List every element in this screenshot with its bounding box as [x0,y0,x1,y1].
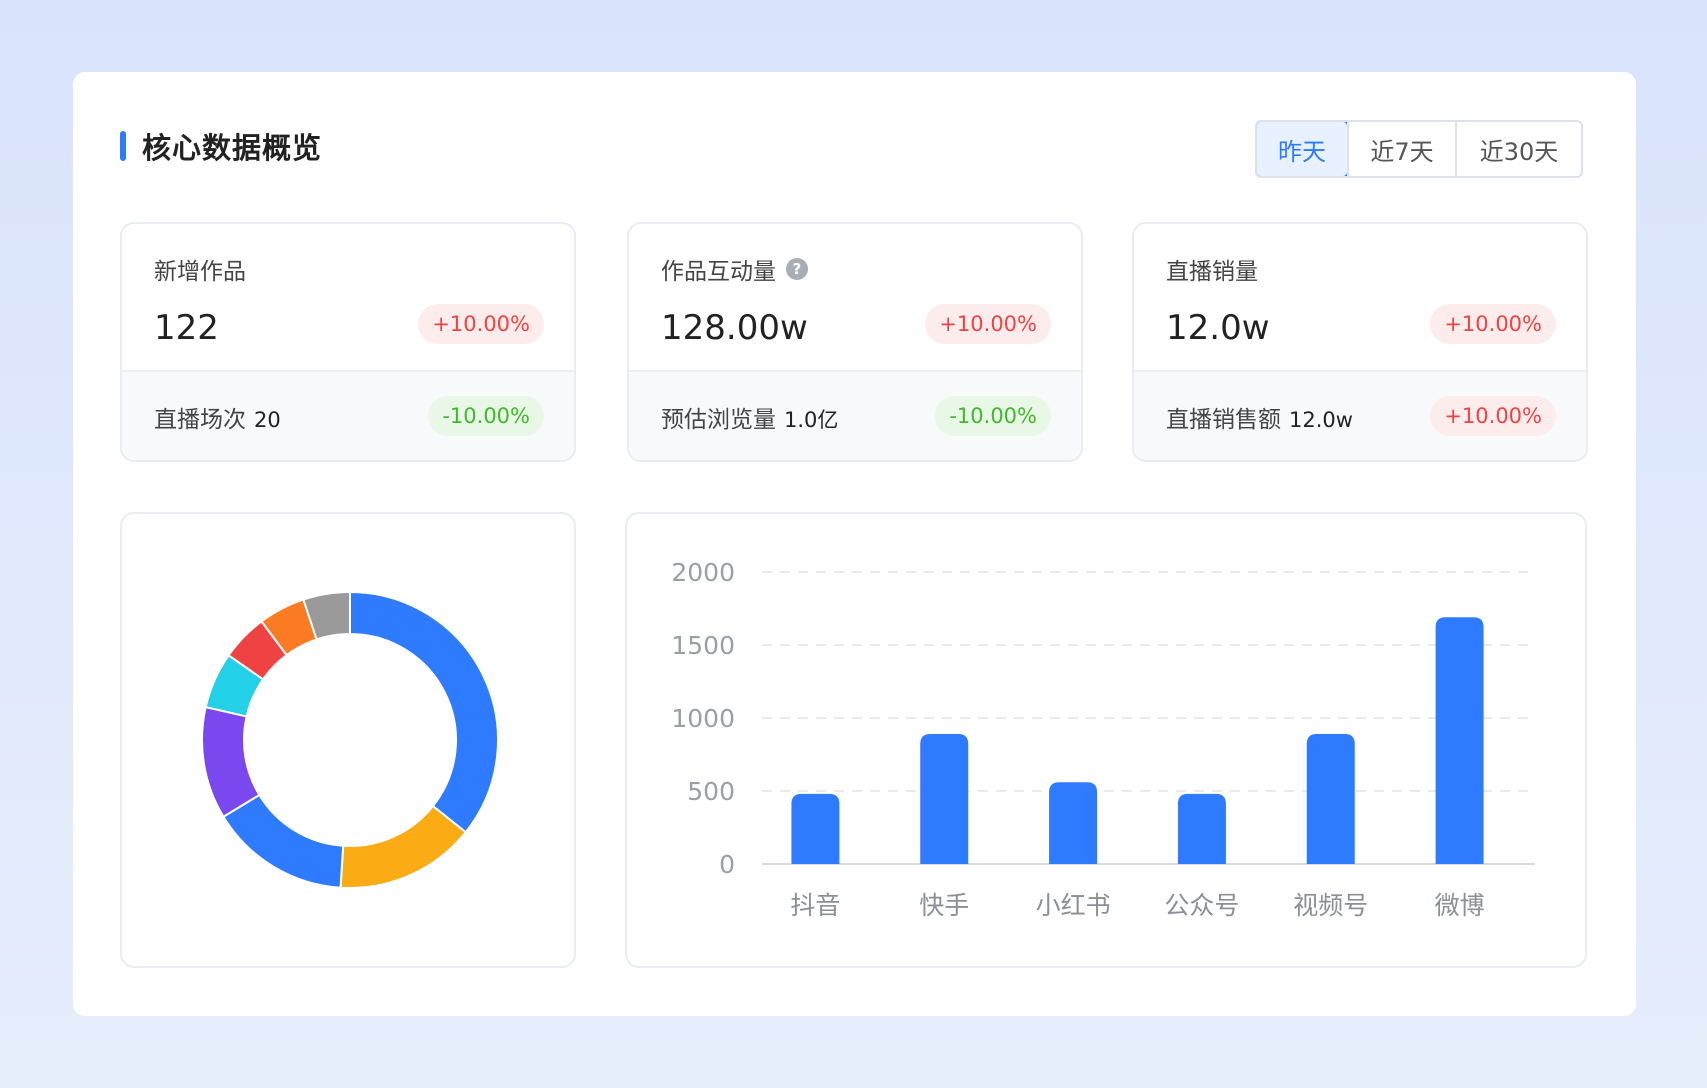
x-tick-label: 微博 [1435,891,1485,920]
donut-slice[interactable] [201,705,261,819]
kpi-sub-value: 12.0w [1289,408,1353,432]
donut-chart-card [120,512,576,968]
x-tick-label: 抖音 [790,891,840,920]
kpi-sub-label-text: 直播销售额 [1166,407,1281,433]
bar[interactable] [1435,617,1484,864]
kpi-sub: 直播销售额 12.0w +10.00% [1134,370,1586,460]
y-tick-label: 2000 [671,558,735,587]
kpi-change-badge: +10.00% [418,304,544,344]
kpi-sub-label: 预估浏览量 1.0亿 [661,400,838,434]
bar[interactable] [1049,782,1098,864]
kpi-card-live-sales: 直播销量 12.0w +10.00% 直播销售额 12.0w +10.00% [1132,222,1588,462]
bar[interactable] [1306,734,1355,864]
overview-panel: 核心数据概览 昨天 近7天 近30天 新增作品 122 +10.00% 直播场次… [73,72,1636,1016]
tab-yesterday[interactable]: 昨天 [1257,122,1349,176]
help-icon[interactable]: ? [786,258,808,280]
bar-chart: 0 500 1000 1500 2000 抖音 快手 小红书 公众号 视频号 微博 [671,558,1535,920]
kpi-main: 新增作品 122 +10.00% [122,224,574,374]
page-background: 核心数据概览 昨天 近7天 近30天 新增作品 122 +10.00% 直播场次… [0,0,1707,1088]
y-tick-label: 1000 [671,704,735,733]
bar[interactable] [1177,793,1226,864]
kpi-main: 作品互动量? 128.00w +10.00% [629,224,1081,374]
kpi-card-new-works: 新增作品 122 +10.00% 直播场次 20 -10.00% [120,222,576,462]
y-tick-label: 500 [687,777,735,806]
kpi-label: 新增作品 [154,252,246,286]
kpi-change-badge: +10.00% [925,304,1051,344]
kpi-label-text: 直播销量 [1166,259,1258,285]
kpi-sub-change-badge: +10.00% [1430,396,1556,436]
x-tick-label: 小红书 [1036,891,1111,920]
kpi-value: 128.00w [661,308,808,348]
kpi-sub: 直播场次 20 -10.00% [122,370,574,460]
bar[interactable] [920,734,969,864]
kpi-sub-label-text: 直播场次 [154,407,246,433]
kpi-sub-value: 20 [254,408,281,432]
donut-slice[interactable] [349,590,499,834]
y-tick-label: 0 [719,850,735,879]
y-tick-label: 1500 [671,631,735,660]
kpi-main: 直播销量 12.0w +10.00% [1134,224,1586,374]
kpi-sub: 预估浏览量 1.0亿 -10.00% [629,370,1081,460]
kpi-sub-label: 直播场次 20 [154,400,281,434]
page-title: 核心数据概览 [142,131,323,165]
tab-last-7-days[interactable]: 近7天 [1347,122,1455,176]
kpi-sub-change-badge: -10.00% [428,396,544,436]
kpi-label: 直播销量 [1166,252,1258,286]
kpi-value: 122 [154,308,219,348]
x-tick-label: 快手 [919,891,969,920]
kpi-label-text: 新增作品 [154,259,246,285]
tab-last-30-days[interactable]: 近30天 [1455,122,1581,176]
kpi-sub-change-badge: -10.00% [935,396,1051,436]
kpi-sub-label-text: 预估浏览量 [661,407,776,433]
kpi-sub-label: 直播销售额 12.0w [1166,400,1353,434]
donut-chart [201,590,499,889]
bar[interactable] [791,793,840,864]
kpi-label-text: 作品互动量 [661,259,776,285]
section-header: 核心数据概览 [120,126,322,166]
kpi-sub-value: 1.0亿 [784,408,839,432]
donut-slice[interactable] [339,804,468,889]
date-range-tabs: 昨天 近7天 近30天 [1255,120,1583,178]
kpi-value: 12.0w [1166,308,1270,348]
kpi-label: 作品互动量? [661,252,808,286]
donut-slice[interactable] [222,793,345,889]
title-accent-bar [120,131,126,161]
x-tick-label: 视频号 [1293,891,1368,920]
bar-chart-card: 0 500 1000 1500 2000 抖音 快手 小红书 公众号 视频号 微博 [625,512,1587,968]
kpi-card-interactions: 作品互动量? 128.00w +10.00% 预估浏览量 1.0亿 -10.00% [627,222,1083,462]
x-tick-label: 公众号 [1164,891,1239,920]
kpi-change-badge: +10.00% [1430,304,1556,344]
